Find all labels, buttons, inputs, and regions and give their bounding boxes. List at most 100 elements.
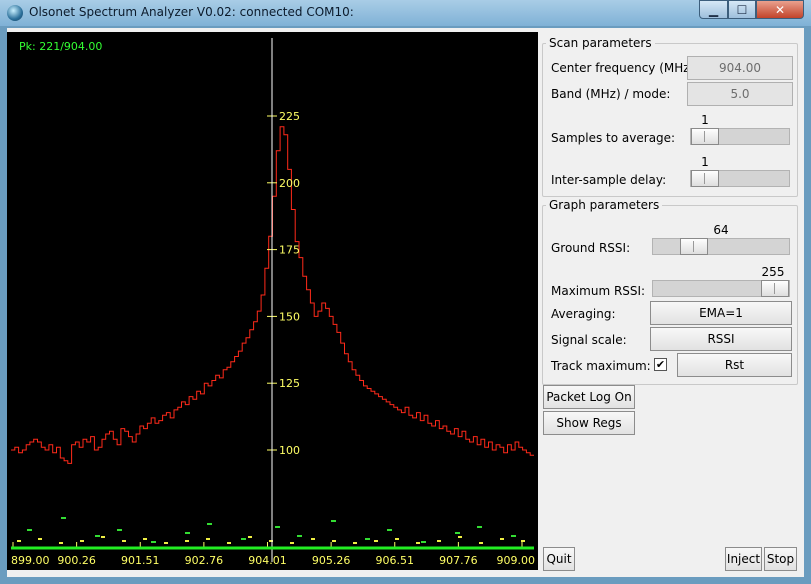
noise-sample: [241, 538, 246, 540]
noise-sample: [122, 540, 126, 542]
samples-to-average-thumb[interactable]: [691, 128, 719, 145]
minimize-icon: ▁: [708, 2, 719, 17]
signal-scale-button[interactable]: RSSI: [650, 327, 792, 351]
y-tick-label: 225: [279, 110, 300, 123]
window-title: Olsonet Spectrum Analyzer V0.02: connect…: [29, 5, 354, 19]
ground-rssi-label: Ground RSSI:: [551, 241, 631, 255]
x-tick-label: 906.51: [376, 554, 415, 567]
show-regs-button[interactable]: Show Regs: [543, 411, 635, 435]
noise-sample: [61, 517, 66, 519]
inter-sample-delay-label: Inter-sample delay:: [551, 173, 667, 187]
ground-rssi-thumb[interactable]: [680, 238, 708, 255]
reset-button[interactable]: Rst: [677, 353, 792, 377]
band-mode-field[interactable]: 5.0: [687, 82, 793, 106]
window-titlebar[interactable]: Olsonet Spectrum Analyzer V0.02: connect…: [0, 0, 811, 26]
y-tick-label: 100: [279, 444, 300, 457]
minimize-button[interactable]: ▁: [699, 0, 728, 19]
center-frequency-field[interactable]: 904.00: [687, 56, 793, 80]
track-maximum-label: Track maximum:: [551, 359, 651, 373]
noise-sample: [455, 532, 460, 534]
packet-log-button[interactable]: Packet Log On: [543, 385, 635, 409]
inject-button[interactable]: Inject: [725, 547, 762, 571]
noise-sample: [479, 542, 483, 544]
noise-sample: [297, 535, 302, 537]
ground-rssi-slider[interactable]: [652, 238, 790, 255]
noise-sample: [185, 540, 189, 542]
noise-sample: [143, 538, 147, 540]
x-tick-label: 905.26: [312, 554, 351, 567]
noise-sample: [290, 542, 294, 544]
center-frequency-label: Center frequency (MHz):: [551, 61, 699, 75]
stop-button[interactable]: Stop: [764, 547, 797, 571]
close-button[interactable]: ✕: [756, 0, 804, 19]
noise-sample: [117, 529, 122, 531]
averaging-label: Averaging:: [551, 307, 616, 321]
noise-sample: [248, 536, 252, 538]
x-tick-label: 902.76: [185, 554, 224, 567]
inter-sample-delay-thumb[interactable]: [691, 170, 719, 187]
noise-sample: [331, 520, 336, 522]
noise-sample: [332, 540, 336, 542]
spectrum-graph: 225 200 175 150 125 100 899.00 900.26 901.51 902…: [7, 32, 538, 570]
noise-sample: [275, 526, 280, 528]
noise-sample: [365, 538, 370, 540]
noise-sample: [101, 536, 105, 538]
noise-sample: [353, 542, 357, 544]
noise-sample: [207, 523, 212, 525]
spectrum-plot: 225 200 175 150 125 100 899.00 900.26 901.51 902…: [11, 38, 536, 567]
noise-sample: [185, 532, 190, 534]
x-tick-label: 899.00: [11, 554, 50, 567]
averaging-button[interactable]: EMA=1: [650, 301, 792, 325]
band-mode-label: Band (MHz) / mode:: [551, 87, 671, 101]
maximize-icon: ☐: [736, 2, 748, 17]
x-tick-label: 909.00: [497, 554, 536, 567]
app-globe-icon: [7, 5, 23, 21]
ground-rssi-value: 64: [713, 223, 729, 237]
quit-button[interactable]: Quit: [543, 547, 575, 571]
graph-parameters-title: Graph parameters: [546, 198, 663, 212]
noise-sample: [80, 540, 84, 542]
checkmark-icon: ✔: [655, 358, 666, 371]
x-tick-label: 907.76: [439, 554, 478, 567]
noise-sample: [164, 542, 168, 544]
inter-sample-delay-slider[interactable]: [690, 170, 790, 187]
maximum-rssi-label: Maximum RSSI:: [551, 284, 646, 298]
y-tick-label: 200: [279, 177, 300, 190]
noise-sample: [477, 526, 482, 528]
noise-sample: [511, 535, 516, 537]
maximum-rssi-slider[interactable]: [652, 280, 790, 297]
samples-to-average-value: 1: [701, 113, 709, 127]
noise-sample: [311, 538, 315, 540]
noise-sample: [59, 542, 63, 544]
samples-to-average-label: Samples to average:: [551, 131, 676, 145]
signal-scale-label: Signal scale:: [551, 333, 627, 347]
samples-to-average-slider[interactable]: [690, 128, 790, 145]
y-tick-label: 150: [279, 310, 300, 323]
scan-parameters-title: Scan parameters: [546, 36, 655, 50]
noise-sample: [151, 541, 156, 543]
noise-sample: [395, 538, 399, 540]
noise-sample: [38, 538, 42, 540]
noise-sample: [227, 542, 231, 544]
maximize-button[interactable]: ☐: [728, 0, 756, 19]
noise-sample: [17, 540, 21, 542]
noise-sample: [421, 541, 426, 543]
noise-sample: [500, 538, 504, 540]
noise-sample: [416, 542, 420, 544]
noise-sample: [95, 535, 100, 537]
close-icon: ✕: [774, 2, 786, 17]
y-tick-label: 175: [279, 244, 300, 257]
x-tick-label: 901.51: [121, 554, 160, 567]
noise-sample: [374, 540, 378, 542]
noise-sample: [437, 540, 441, 542]
maximum-rssi-value: 255: [761, 265, 785, 279]
noise-sample: [206, 538, 210, 540]
maximum-rssi-thumb[interactable]: [761, 280, 789, 297]
noise-sample: [27, 529, 32, 531]
inter-sample-delay-value: 1: [701, 155, 709, 169]
noise-sample: [387, 529, 392, 531]
track-maximum-checkbox[interactable]: ✔: [654, 358, 667, 371]
noise-sample: [521, 540, 525, 542]
noise-sample: [458, 536, 462, 538]
x-tick-label: 904.01: [248, 554, 287, 567]
